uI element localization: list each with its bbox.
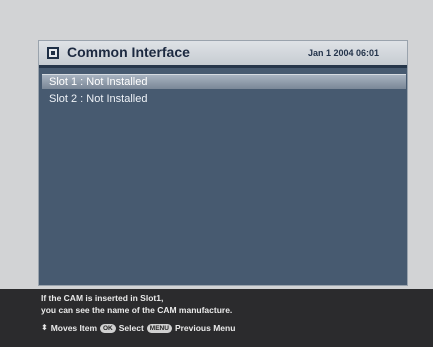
panel-header: Common Interface Jan 1 2004 06:01 <box>39 41 407 68</box>
slot-2-label: Slot 2 : Not Installed <box>49 93 148 105</box>
help-text-1: If the CAM is inserted in Slot1, <box>41 293 164 303</box>
menu-key-icon: MENU <box>146 323 172 333</box>
up-down-arrows-icon: ⬍ <box>41 323 48 332</box>
tv-screen: Common Interface Jan 1 2004 06:01 Slot 1… <box>0 0 433 347</box>
common-interface-panel: Common Interface Jan 1 2004 06:01 Slot 1… <box>38 40 408 286</box>
navigation-hints: ⬍ Moves Item OK Select MENU Previous Men… <box>41 323 235 333</box>
help-bar: If the CAM is inserted in Slot1, you can… <box>0 289 433 347</box>
previous-menu-hint: Previous Menu <box>174 323 236 333</box>
common-interface-icon <box>47 47 59 59</box>
help-text-2: you can see the name of the CAM manufact… <box>41 305 233 315</box>
moves-item-hint: Moves Item <box>50 323 97 333</box>
slot-1-item[interactable]: Slot 1 : Not Installed <box>42 74 406 89</box>
slot-2-item[interactable]: Slot 2 : Not Installed <box>42 92 406 107</box>
select-hint: Select <box>118 323 144 333</box>
ok-key-icon: OK <box>100 323 116 333</box>
slot-1-label: Slot 1 : Not Installed <box>49 76 148 88</box>
page-title: Common Interface <box>67 44 190 60</box>
date-time: Jan 1 2004 06:01 <box>307 48 379 58</box>
